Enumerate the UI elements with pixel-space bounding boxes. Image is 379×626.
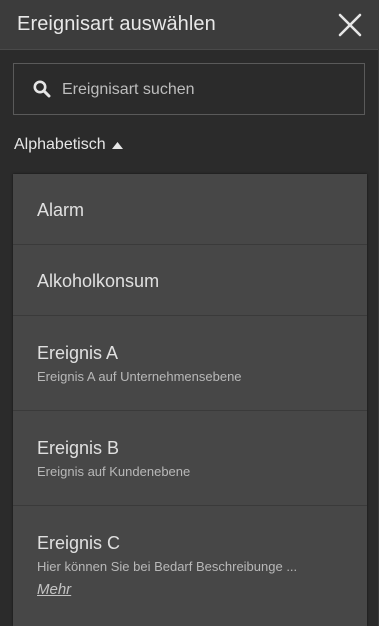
item-title: Alkoholkonsum	[37, 271, 160, 291]
search-input[interactable]	[62, 81, 364, 99]
item-title: Ereignis A	[37, 343, 119, 363]
list-item[interactable]: Ereignis C Hier können Sie bei Bedarf Be…	[13, 506, 367, 626]
item-description: Ereignis auf Kundenebene	[37, 464, 191, 479]
event-type-list: Alarm Alkoholkonsum Ereignis A Ereignis …	[13, 174, 367, 626]
sort-toggle[interactable]: Alphabetisch	[14, 135, 378, 155]
item-title: Ereignis B	[37, 438, 120, 458]
sort-label: Alphabetisch	[14, 136, 106, 153]
item-title: Alarm	[37, 200, 85, 220]
dialog-title: Ereignisart auswählen	[17, 13, 216, 35]
list-item[interactable]: Ereignis A Ereignis A auf Unternehmenseb…	[13, 316, 367, 411]
close-button[interactable]	[337, 12, 363, 38]
list-item[interactable]: Alarm	[13, 174, 367, 245]
event-type-picker: Ereignisart auswählen Alphabetisch Alarm	[0, 0, 379, 626]
search-box[interactable]	[13, 63, 365, 115]
more-link[interactable]: Mehr	[37, 581, 71, 598]
caret-up-icon	[112, 140, 124, 150]
item-description: Ereignis A auf Unternehmensebene	[37, 369, 242, 384]
item-description: Hier können Sie bei Bedarf Beschreibunge…	[37, 559, 298, 574]
item-title: Ereignis C	[37, 533, 121, 553]
list-item[interactable]: Ereignis B Ereignis auf Kundenebene	[13, 411, 367, 506]
close-icon	[338, 13, 362, 36]
search-icon	[32, 79, 52, 99]
list-item[interactable]: Alkoholkonsum	[13, 245, 367, 316]
dialog-header: Ereignisart auswählen	[0, 0, 378, 50]
